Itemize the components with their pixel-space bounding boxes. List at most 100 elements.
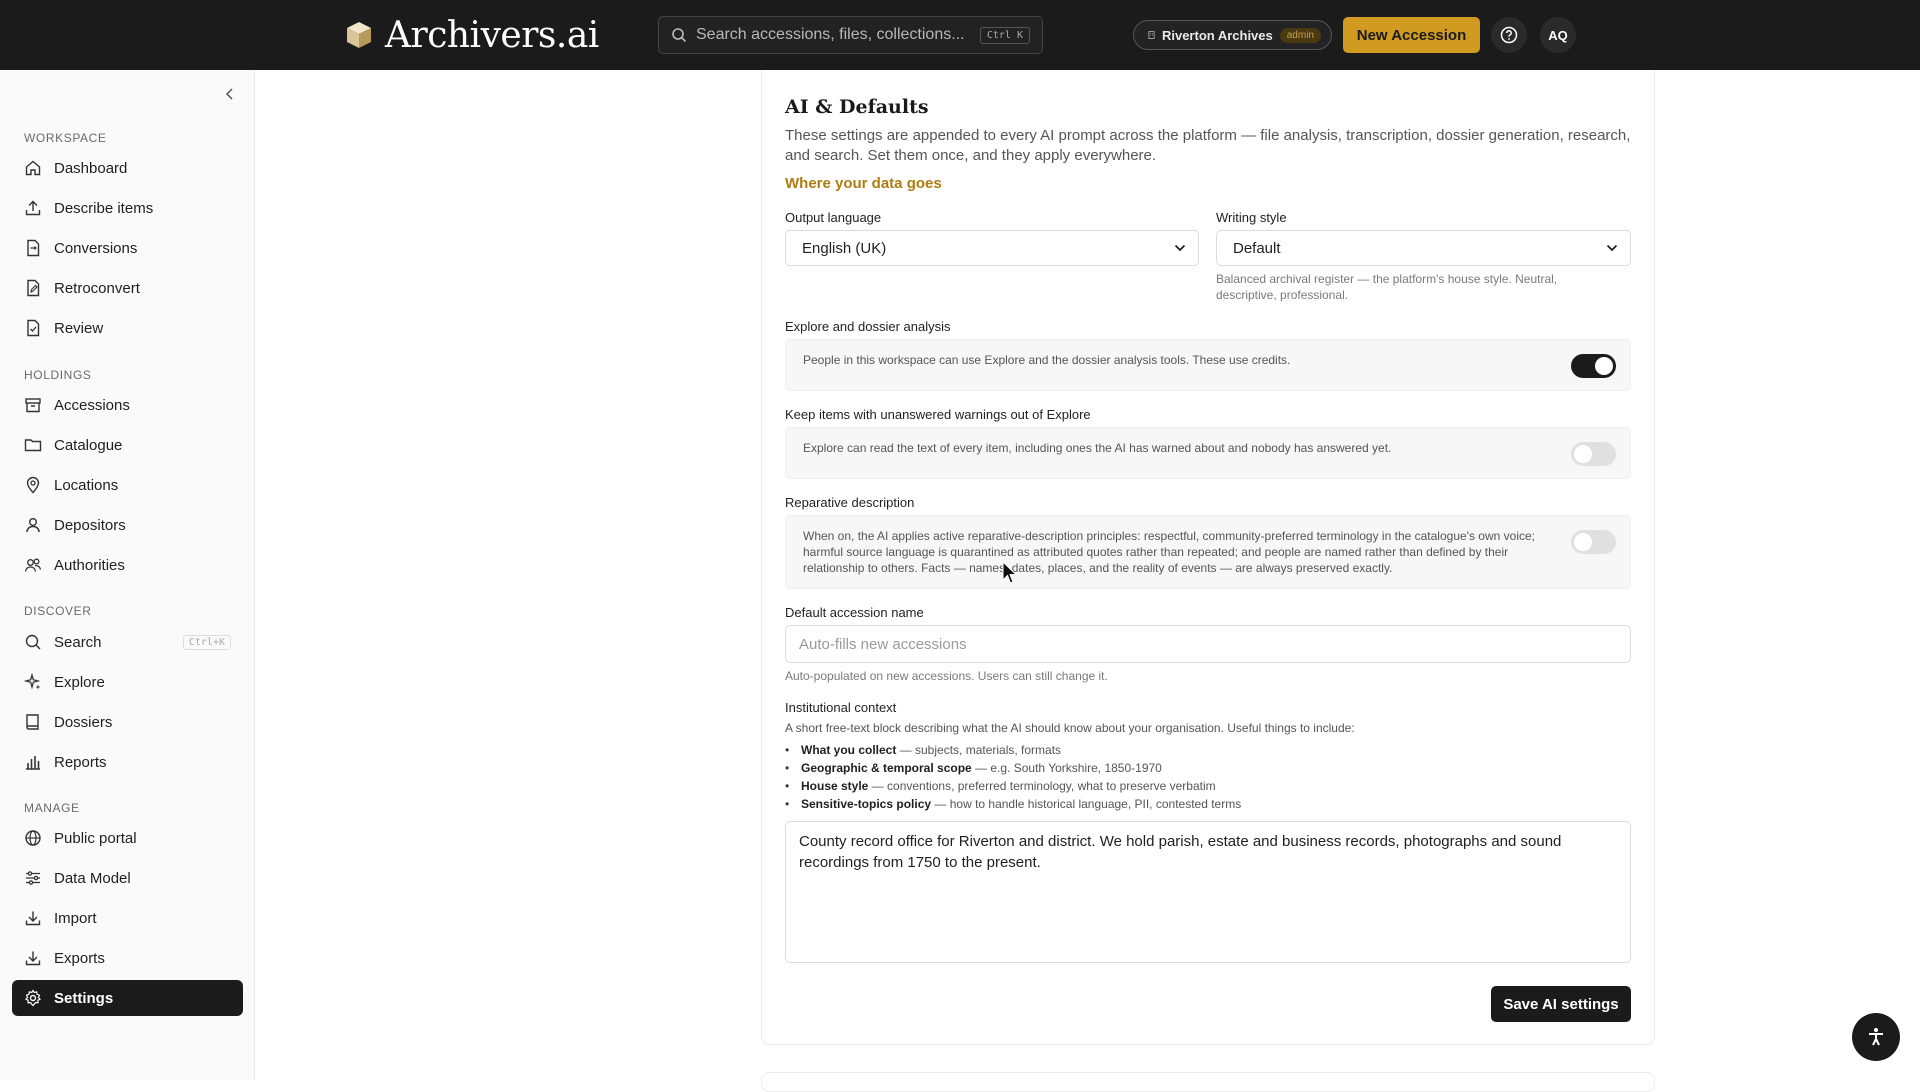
sidebar-item-settings[interactable]: Settings <box>12 980 243 1016</box>
sidebar-item-conversions[interactable]: Conversions <box>12 230 243 266</box>
sidebar-item-label: Settings <box>54 989 114 1007</box>
accessibility-icon <box>1869 1028 1883 1046</box>
sidebar-item-label: Dashboard <box>54 159 128 177</box>
download-icon <box>25 911 41 926</box>
switch-knob <box>1595 357 1613 375</box>
warnings-toggle-row: Explore can read the text of every item,… <box>785 427 1631 479</box>
sidebar-item-depositors[interactable]: Depositors <box>12 507 243 543</box>
section-label-discover: DISCOVER <box>24 604 92 618</box>
writing-style-select[interactable]: Default <box>1216 230 1631 266</box>
reparative-toggle-switch[interactable] <box>1571 530 1616 554</box>
sidebar-item-import[interactable]: Import <box>12 900 243 936</box>
output-language-value: English (UK) <box>802 239 887 257</box>
section-label-manage: MANAGE <box>24 801 80 815</box>
sidebar-item-locations[interactable]: Locations <box>12 467 243 503</box>
data-location-link[interactable]: Where your data goes <box>785 175 942 192</box>
sliders-icon <box>26 871 40 885</box>
explore-toggle-switch[interactable] <box>1571 354 1616 378</box>
explore-toggle-row: People in this workspace can use Explore… <box>785 339 1631 391</box>
sidebar-item-catalogue[interactable]: Catalogue <box>12 427 243 463</box>
file-edit-icon <box>27 279 40 297</box>
list-item: What you collect — subjects, materials, … <box>785 741 1241 759</box>
writing-style-hint: Balanced archival register — the platfor… <box>1216 272 1558 302</box>
reparative-toggle-label: Reparative description <box>785 495 915 510</box>
sidebar-item-label: Dossiers <box>54 713 113 731</box>
reparative-toggle-description: When on, the AI applies active reparativ… <box>803 529 1535 575</box>
bar-chart-icon <box>26 756 40 770</box>
brand-logo[interactable]: Archivers.ai <box>343 14 599 56</box>
sidebar-item-accessions[interactable]: Accessions <box>12 387 243 423</box>
search-shortcut-hint: Ctrl+K <box>182 634 231 650</box>
sidebar-item-explore[interactable]: Explore <box>12 664 243 700</box>
sparkles-icon <box>24 673 41 690</box>
warnings-toggle-switch[interactable] <box>1571 442 1616 466</box>
institutional-context-tips: What you collect — subjects, materials, … <box>785 741 1241 813</box>
warnings-toggle-description: Explore can read the text of every item,… <box>803 441 1392 455</box>
export-icon <box>25 951 41 966</box>
switch-knob <box>1574 445 1592 463</box>
section-label-workspace: WORKSPACE <box>24 131 107 145</box>
help-button[interactable] <box>1491 17 1527 53</box>
output-language-select[interactable]: English (UK) <box>785 230 1199 266</box>
search-bar[interactable]: Search accessions, files, collections...… <box>658 16 1043 54</box>
org-switcher[interactable]: Riverton Archives admin <box>1133 20 1332 50</box>
search-icon <box>25 634 41 650</box>
org-name: Riverton Archives <box>1161 27 1273 43</box>
sidebar-item-label: Authorities <box>54 556 125 574</box>
accessibility-button[interactable] <box>1852 1013 1900 1061</box>
box-logo-icon <box>343 19 375 51</box>
sidebar-item-label: Depositors <box>54 516 126 534</box>
sidebar-item-public-portal[interactable]: Public portal <box>12 820 243 856</box>
user-avatar[interactable]: AQ <box>1540 17 1576 53</box>
globe-icon <box>25 830 41 846</box>
sidebar-item-label: Review <box>54 319 104 337</box>
sidebar-item-data-model[interactable]: Data Model <box>12 860 243 896</box>
accession-name-hint: Auto-populated on new accessions. Users … <box>785 669 1108 683</box>
search-shortcut: Ctrl K <box>979 26 1030 44</box>
chevron-down-icon <box>1606 244 1618 252</box>
save-ai-settings-button[interactable]: Save AI settings <box>1491 986 1631 1022</box>
search-icon <box>672 28 687 43</box>
reparative-toggle-row: When on, the AI applies active reparativ… <box>785 515 1631 589</box>
sidebar-item-reports[interactable]: Reports <box>12 744 243 780</box>
sidebar-item-label: Catalogue <box>54 436 123 454</box>
home-icon <box>25 160 41 176</box>
sidebar-item-describe-items[interactable]: Describe items <box>12 190 243 226</box>
sidebar-item-dashboard[interactable]: Dashboard <box>12 150 243 186</box>
explore-toggle-label: Explore and dossier analysis <box>785 319 951 334</box>
role-badge: admin <box>1279 27 1321 43</box>
users-icon <box>24 558 42 572</box>
sidebar-item-review[interactable]: Review <box>12 310 243 346</box>
building-icon <box>1148 31 1155 39</box>
sidebar-item-label: Search <box>54 633 102 651</box>
sidebar-item-exports[interactable]: Exports <box>12 940 243 976</box>
institutional-context-description: A short free-text block describing what … <box>785 721 1355 735</box>
sidebar-item-search[interactable]: Search Ctrl+K <box>12 624 243 660</box>
archive-box-icon <box>25 398 41 413</box>
chevron-left-icon <box>225 88 233 100</box>
new-accession-button[interactable]: New Accession <box>1343 17 1480 53</box>
list-item: Geographic & temporal scope — e.g. South… <box>785 759 1241 777</box>
sidebar-item-label: Reports <box>54 753 107 771</box>
section-label-holdings: HOLDINGS <box>24 368 92 382</box>
sidebar-item-retroconvert[interactable]: Retroconvert <box>12 270 243 306</box>
question-circle-icon <box>1500 26 1518 44</box>
mouse-cursor-icon <box>1002 561 1018 584</box>
sidebar-item-label: Retroconvert <box>54 279 140 297</box>
map-pin-icon <box>26 476 40 494</box>
book-icon <box>26 714 39 730</box>
sidebar-item-label: Accessions <box>54 396 130 414</box>
folder-icon <box>24 439 42 452</box>
institutional-context-textarea[interactable] <box>785 821 1631 963</box>
accession-name-label: Default accession name <box>785 605 924 620</box>
sidebar-item-label: Import <box>54 909 97 927</box>
file-check-icon <box>27 319 40 337</box>
accession-name-input[interactable] <box>785 625 1631 663</box>
sidebar-item-authorities[interactable]: Authorities <box>12 547 243 583</box>
sidebar-item-dossiers[interactable]: Dossiers <box>12 704 243 740</box>
sidebar-item-label: Conversions <box>54 239 138 257</box>
search-input[interactable]: Search accessions, files, collections... <box>696 26 971 44</box>
writing-style-value: Default <box>1233 239 1281 257</box>
sidebar-item-label: Explore <box>54 673 105 691</box>
collapse-sidebar-button[interactable] <box>220 84 240 104</box>
